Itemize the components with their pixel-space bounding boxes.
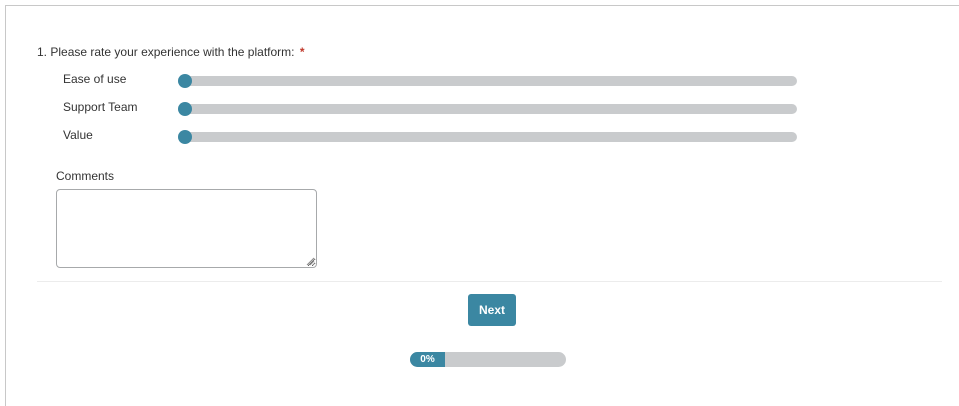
question-number: 1.	[37, 45, 48, 59]
progress-label: 0%	[420, 354, 435, 365]
slider-row-support-team: Support Team	[63, 97, 803, 117]
slider-label: Ease of use	[63, 72, 127, 86]
slider-thumb[interactable]	[178, 130, 192, 144]
required-marker: *	[299, 45, 305, 59]
support-team-slider[interactable]	[178, 102, 797, 116]
value-slider[interactable]	[178, 130, 797, 144]
slider-row-ease-of-use: Ease of use	[63, 69, 803, 89]
comments-label: Comments	[56, 169, 115, 183]
slider-thumb[interactable]	[178, 102, 192, 116]
question-text: Please rate your experience with the pla…	[50, 45, 295, 59]
progress-bar: 0%	[410, 352, 566, 367]
next-button[interactable]: Next	[468, 294, 516, 326]
comments-textarea[interactable]	[56, 189, 317, 268]
ease-of-use-slider[interactable]	[178, 74, 797, 88]
section-divider	[37, 281, 942, 282]
slider-label: Value	[63, 128, 93, 142]
question-title: 1. Please rate your experience with the …	[37, 45, 305, 59]
slider-thumb[interactable]	[178, 74, 192, 88]
slider-label: Support Team	[63, 100, 138, 114]
slider-row-value: Value	[63, 125, 803, 145]
